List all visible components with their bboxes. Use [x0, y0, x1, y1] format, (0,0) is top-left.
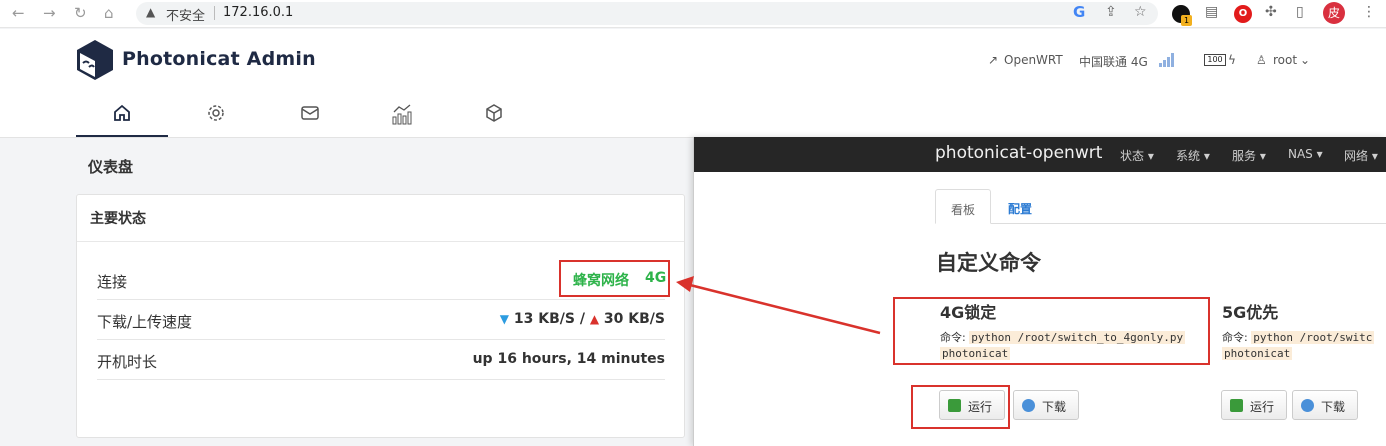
chevron-down-icon[interactable]: ⌄ [1300, 53, 1310, 67]
openwrt-navbar: photonicat-openwrt 状态 ▾ 系统 ▾ 服务 ▾ NAS ▾ … [694, 137, 1386, 172]
menu-kebab-icon[interactable]: ⋮ [1362, 4, 1376, 20]
warning-icon[interactable]: ▲ [146, 5, 155, 19]
battery-indicator: 100 [1204, 54, 1226, 66]
photonicat-logo-icon [77, 40, 113, 80]
uptime-value: up 16 hours, 14 minutes [472, 351, 665, 367]
upload-arrow-icon: ▲ [589, 312, 600, 326]
chart-icon [392, 104, 412, 125]
reload-icon[interactable]: ↻ [74, 4, 87, 22]
carrier-status: 中国联通 4G [1079, 55, 1148, 69]
upload-speed: 30 KB/S [603, 311, 665, 327]
download-speed: 13 KB/S [513, 311, 575, 327]
command-title: 5G优先 [1222, 303, 1279, 322]
speed-value: ▼ 13 KB/S / ▲ 30 KB/S [500, 311, 665, 327]
main-status-card: 主要状态 连接 下载/上传速度 ▼ 13 KB/S / ▲ 30 KB/S 开机… [76, 194, 685, 438]
status-row-speed: 下载/上传速度 ▼ 13 KB/S / ▲ 30 KB/S [97, 300, 665, 340]
forward-icon[interactable]: → [43, 4, 56, 22]
sidebar-icon[interactable]: ▯ [1296, 4, 1304, 20]
insecure-label[interactable]: 不安全 [166, 5, 205, 24]
custom-commands-heading: 自定义命令 [936, 251, 1041, 275]
reader-extension-icon[interactable]: ▤ [1205, 4, 1218, 20]
cube-icon [486, 104, 502, 122]
tab-settings[interactable] [170, 95, 262, 137]
adblock-extension-icon[interactable]: O [1234, 5, 1252, 23]
menu-nas[interactable]: NAS ▾ [1288, 147, 1323, 161]
openwrt-panel: photonicat-openwrt 状态 ▾ 系统 ▾ 服务 ▾ NAS ▾ … [693, 137, 1386, 446]
menu-status[interactable]: 状态 ▾ [1120, 147, 1154, 164]
run-highlight-box [911, 385, 1010, 429]
puzzle-extensions-icon[interactable]: ✣ [1265, 4, 1277, 20]
card-title: 主要状态 [90, 211, 146, 227]
home-icon [114, 104, 130, 121]
tab-config[interactable]: 配置 [1008, 200, 1032, 217]
profile-avatar[interactable]: 皮 [1323, 2, 1345, 24]
card-divider [77, 241, 684, 242]
run-button[interactable]: 运行 [1221, 390, 1287, 420]
back-icon[interactable]: ← [12, 4, 25, 22]
status-row-uptime: 开机时长 up 16 hours, 14 minutes [97, 340, 665, 380]
tab-dashboard[interactable]: 看板 [935, 189, 991, 224]
connection-type: 蜂窝网络 [573, 273, 629, 289]
download-button[interactable]: 下载 [1292, 390, 1358, 420]
menu-network[interactable]: 网络 ▾ [1344, 147, 1378, 164]
brand-title: Photonicat Admin [122, 48, 316, 70]
command-highlight-box [893, 297, 1210, 365]
run-icon [1230, 399, 1243, 412]
speed-separator: / [579, 311, 585, 327]
row-label: 下载/上传速度 [97, 313, 193, 331]
tab-packages[interactable] [448, 95, 540, 137]
command-arg: photonicat [1222, 347, 1293, 360]
home-browser-icon[interactable]: ⌂ [104, 4, 114, 22]
menu-services[interactable]: 服务 ▾ [1232, 147, 1266, 164]
user-icon[interactable]: ♙ [1256, 53, 1267, 67]
openwrt-brand[interactable]: photonicat-openwrt [935, 143, 1102, 163]
url-text[interactable]: 172.16.0.1 [223, 5, 293, 20]
row-label: 开机时长 [97, 353, 158, 371]
signal-icon [1159, 53, 1175, 67]
tab-statistics[interactable] [356, 95, 448, 137]
download-button[interactable]: 下载 [1013, 390, 1079, 420]
page-title: 仪表盘 [88, 158, 134, 176]
address-separator [214, 6, 215, 20]
openwrt-link[interactable]: OpenWRT [1004, 53, 1063, 67]
row-label: 连接 [97, 273, 128, 291]
connection-tag: 4G [645, 270, 667, 286]
extension-badge: 1 [1181, 15, 1192, 26]
globe-icon [1301, 399, 1314, 412]
menu-system[interactable]: 系统 ▾ [1176, 147, 1210, 164]
gear-icon [208, 105, 224, 121]
globe-icon [1022, 399, 1035, 412]
app-header: Photonicat Admin ↗ OpenWRT 中国联通 4G 100 ϟ… [0, 29, 1386, 138]
tab-messages[interactable] [264, 95, 356, 137]
google-translate-icon[interactable]: G [1073, 3, 1085, 21]
user-menu[interactable]: root [1273, 53, 1297, 67]
browser-toolbar: ← → ↻ ⌂ ▲ 不安全 172.16.0.1 G ⇪ ☆ 1 ▤ O ✣ ▯… [0, 0, 1386, 28]
tabs-underline [935, 223, 1386, 224]
download-arrow-icon: ▼ [499, 312, 509, 326]
bookmark-star-icon[interactable]: ☆ [1134, 4, 1147, 20]
tab-home[interactable] [76, 95, 168, 137]
charging-icon: ϟ [1228, 53, 1236, 67]
share-icon[interactable]: ⇪ [1105, 4, 1117, 20]
command-line: 命令: python /root/switc [1222, 331, 1375, 344]
mail-icon [301, 106, 319, 120]
external-link-icon[interactable]: ↗ [988, 53, 998, 67]
